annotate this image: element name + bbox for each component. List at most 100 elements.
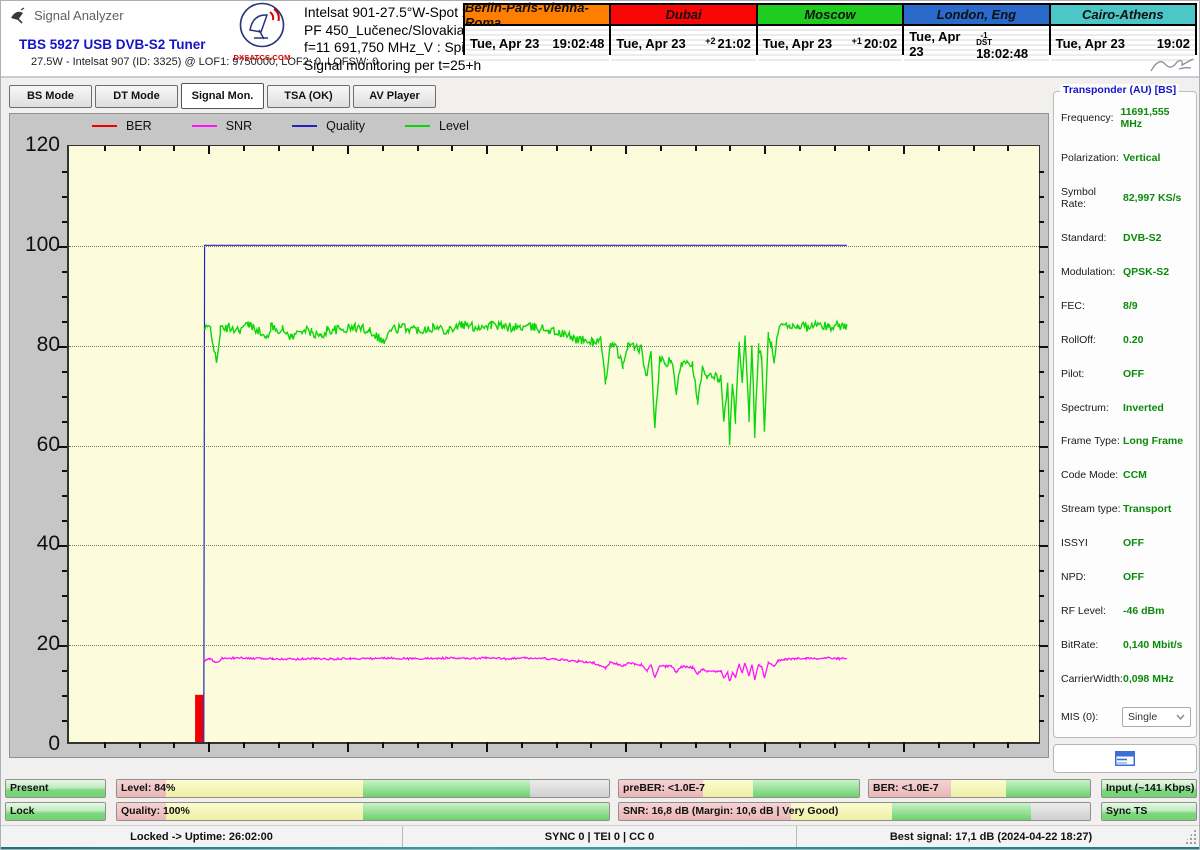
bar-label: Lock bbox=[10, 803, 35, 820]
bar-label: preBER: <1.0E-7 bbox=[623, 780, 705, 797]
x-axis-tick bbox=[139, 742, 141, 748]
y-axis-tick bbox=[1039, 446, 1048, 448]
snr-trace bbox=[204, 657, 847, 681]
tab-bs-mode[interactable]: BS Mode bbox=[9, 85, 92, 108]
transponder-panel: Transponder (AU) [BS] Frequency:11691,55… bbox=[1053, 91, 1197, 738]
world-clocks: Berlin-Paris-Vienna-Roma Tue, Apr 23 19:02… bbox=[463, 3, 1197, 55]
transponder-value: 0,140 Mbit/s bbox=[1123, 639, 1183, 651]
clock-date: Tue, Apr 23 bbox=[763, 36, 832, 51]
y-axis-tick bbox=[62, 321, 67, 323]
gauge-segment bbox=[703, 780, 753, 797]
tab-dt-mode[interactable]: DT Mode bbox=[95, 85, 178, 108]
stream-log-button[interactable] bbox=[1053, 744, 1197, 773]
log-icon bbox=[1115, 751, 1135, 766]
x-axis-tick bbox=[729, 742, 731, 748]
signal-chart: BERSNRQualityLevel 020406080100120 bbox=[9, 113, 1049, 758]
x-axis-tick bbox=[521, 742, 523, 748]
transponder-value: OFF bbox=[1123, 368, 1144, 380]
y-axis-tick bbox=[1039, 595, 1044, 597]
y-axis-tick bbox=[1039, 620, 1044, 622]
x-axis-tick bbox=[173, 742, 175, 748]
x-axis-tick bbox=[278, 742, 280, 748]
y-axis-tick bbox=[58, 346, 67, 348]
transponder-row: Symbol Rate:82,997 KS/s bbox=[1061, 186, 1191, 210]
legend-label: Quality bbox=[326, 119, 365, 133]
clock-dubai: DubaiTue, Apr 23+221:02 bbox=[611, 5, 755, 61]
x-axis-tick-top bbox=[625, 146, 627, 154]
clock-city-label: Berlin-Paris-Vienna-Roma bbox=[465, 5, 609, 26]
clock-time: +120:02 bbox=[852, 36, 898, 51]
x-axis-tick-top bbox=[312, 146, 314, 151]
transponder-value: 82,997 KS/s bbox=[1123, 192, 1181, 204]
x-axis-tick bbox=[660, 742, 662, 748]
x-axis-tick-top bbox=[1007, 146, 1009, 151]
y-axis-tick bbox=[62, 371, 67, 373]
panel-title: Transponder (AU) [BS] bbox=[1060, 84, 1179, 96]
x-axis-tick bbox=[312, 742, 314, 748]
y-axis-tick bbox=[1039, 695, 1044, 697]
transponder-row: FEC:8/9 bbox=[1061, 300, 1191, 312]
transponder-rows: Frequency:11691,555 MHz Polarization:Vert… bbox=[1061, 106, 1191, 727]
y-axis-tick bbox=[1039, 396, 1044, 398]
y-axis-tick bbox=[1039, 645, 1048, 647]
legend-item-quality: Quality bbox=[292, 119, 365, 133]
clock-time: 19:02 bbox=[1157, 36, 1190, 51]
y-axis-tick bbox=[62, 570, 67, 572]
transponder-row: Frequency:11691,555 MHz bbox=[1061, 106, 1191, 130]
bar-label: Present bbox=[10, 780, 49, 797]
gauge-segment bbox=[363, 803, 609, 820]
tab-signal-mon-[interactable]: Signal Mon. bbox=[181, 83, 264, 109]
transponder-value: -46 dBm bbox=[1123, 605, 1164, 617]
bar-label: Level: 84% bbox=[121, 780, 175, 797]
x-axis-tick-top bbox=[764, 146, 766, 154]
transponder-value: OFF bbox=[1123, 571, 1144, 583]
gridline bbox=[69, 346, 1039, 347]
transponder-label: RF Level: bbox=[1061, 605, 1123, 617]
legend-item-level: Level bbox=[405, 119, 469, 133]
x-axis-tick-top bbox=[660, 146, 662, 151]
legend-label: BER bbox=[126, 119, 152, 133]
clock-date: Tue, Apr 23 bbox=[616, 36, 685, 51]
gridline bbox=[69, 446, 1039, 447]
transponder-row: Modulation:QPSK-S2 bbox=[1061, 266, 1191, 278]
transponder-value: 0.20 bbox=[1123, 334, 1143, 346]
ber-gauge: BER: <1.0E-7 bbox=[868, 779, 1091, 798]
dst-offset-label: -1DST bbox=[976, 32, 992, 46]
level-gauge: Level: 84% bbox=[116, 779, 610, 798]
tab-av-player[interactable]: AV Player bbox=[353, 85, 436, 108]
target-info-line: PF 450_Lučenec/Slovakia bbox=[304, 22, 469, 40]
transponder-row: Polarization:Vertical bbox=[1061, 152, 1191, 164]
x-axis-tick bbox=[903, 742, 905, 752]
mis-select[interactable]: Single bbox=[1122, 707, 1191, 727]
x-axis-tick-top bbox=[938, 146, 940, 151]
y-axis-tick bbox=[1039, 246, 1048, 248]
bar-label: Input (~141 Kbps) bbox=[1106, 780, 1194, 797]
x-axis-tick-top bbox=[868, 146, 870, 151]
y-axis-tick bbox=[62, 670, 67, 672]
x-axis-tick-top bbox=[973, 146, 975, 151]
legend-swatch bbox=[292, 125, 317, 127]
x-axis-tick bbox=[208, 742, 210, 752]
transponder-row: Frame Type:Long Frame bbox=[1061, 435, 1191, 447]
y-axis-tick bbox=[1039, 495, 1044, 497]
gauge-segment bbox=[1006, 780, 1090, 797]
syncts-indicator: Sync TS bbox=[1101, 802, 1197, 821]
y-axis-tick bbox=[62, 720, 67, 722]
transponder-row: RF Level:-46 dBm bbox=[1061, 605, 1191, 617]
y-axis-tick bbox=[62, 495, 67, 497]
x-axis-tick bbox=[799, 742, 801, 748]
transponder-value: QPSK-S2 bbox=[1123, 266, 1169, 278]
x-axis-tick-top bbox=[278, 146, 280, 151]
legend-label: Level bbox=[439, 119, 469, 133]
y-tick-label: 0 bbox=[12, 732, 60, 756]
transponder-value: DVB-S2 bbox=[1123, 232, 1162, 244]
x-axis-tick bbox=[243, 742, 245, 748]
transponder-row: Standard:DVB-S2 bbox=[1061, 232, 1191, 244]
tab-tsa-ok-[interactable]: TSA (OK) bbox=[267, 85, 350, 108]
transponder-row: Pilot:OFF bbox=[1061, 368, 1191, 380]
clock-time: -1DST18:02:48 bbox=[976, 26, 1044, 61]
transponder-label: FEC: bbox=[1061, 300, 1123, 312]
transponder-label: Modulation: bbox=[1061, 266, 1123, 278]
y-axis-tick bbox=[62, 396, 67, 398]
signal-analyzer-window: Signal Analyzer TBS 5927 USB DVB-S2 Tune… bbox=[0, 0, 1200, 850]
